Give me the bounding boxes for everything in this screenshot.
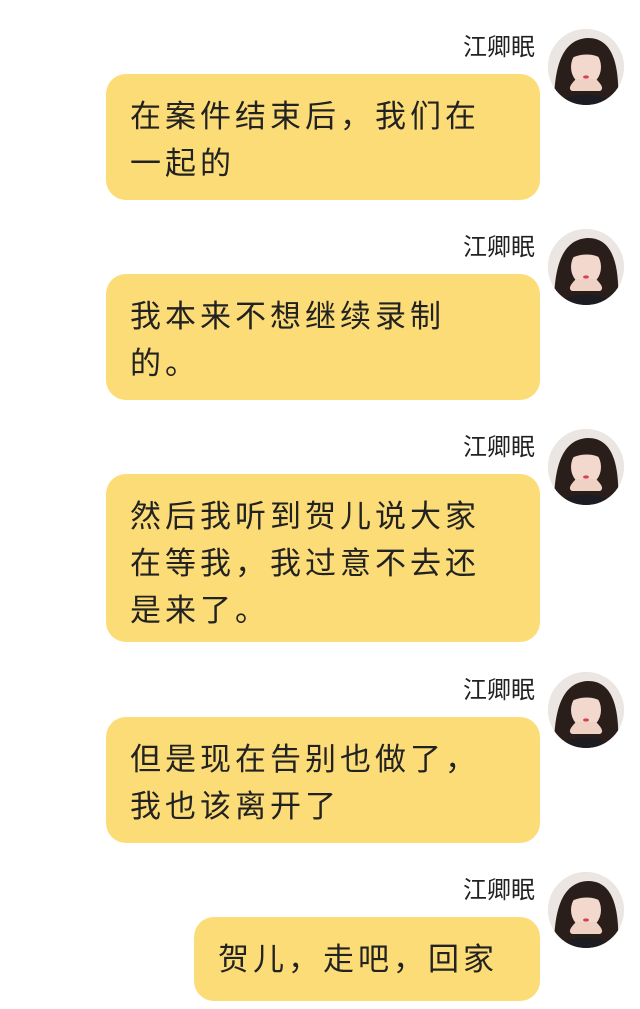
avatar[interactable] xyxy=(548,672,624,748)
message-bubble[interactable]: 然后我听到贺儿说大家在等我，我过意不去还是来了。 xyxy=(106,474,540,642)
avatar-image xyxy=(548,429,624,505)
avatar-image xyxy=(548,29,624,105)
sender-name: 江卿眠 xyxy=(463,233,535,261)
avatar[interactable] xyxy=(548,429,624,505)
message-bubble[interactable]: 我本来不想继续录制的。 xyxy=(106,274,540,400)
message-text: 我本来不想继续录制的。 xyxy=(130,299,445,382)
message-text: 然后我听到贺儿说大家在等我，我过意不去还是来了。 xyxy=(130,499,480,629)
message-bubble[interactable]: 贺儿，走吧，回家 xyxy=(194,917,540,1001)
sender-name: 江卿眠 xyxy=(463,876,535,904)
avatar-image xyxy=(548,672,624,748)
sender-name: 江卿眠 xyxy=(463,433,535,461)
avatar-image xyxy=(548,229,624,305)
avatar-image xyxy=(548,872,624,948)
message-text: 但是现在告别也做了，我也该离开了 xyxy=(130,742,480,825)
chat-thread: 江卿眠 在案件结束后，我们在一起的 江卿眠 我本来不想继续录制的。 江卿眠 然后… xyxy=(0,0,640,1009)
message-text: 贺儿，走吧，回家 xyxy=(218,942,498,978)
sender-name: 江卿眠 xyxy=(463,676,535,704)
avatar[interactable] xyxy=(548,872,624,948)
sender-name: 江卿眠 xyxy=(463,33,535,61)
message-bubble[interactable]: 但是现在告别也做了，我也该离开了 xyxy=(106,717,540,843)
message-bubble[interactable]: 在案件结束后，我们在一起的 xyxy=(106,74,540,200)
avatar[interactable] xyxy=(548,229,624,305)
message-text: 在案件结束后，我们在一起的 xyxy=(130,99,480,182)
avatar[interactable] xyxy=(548,29,624,105)
